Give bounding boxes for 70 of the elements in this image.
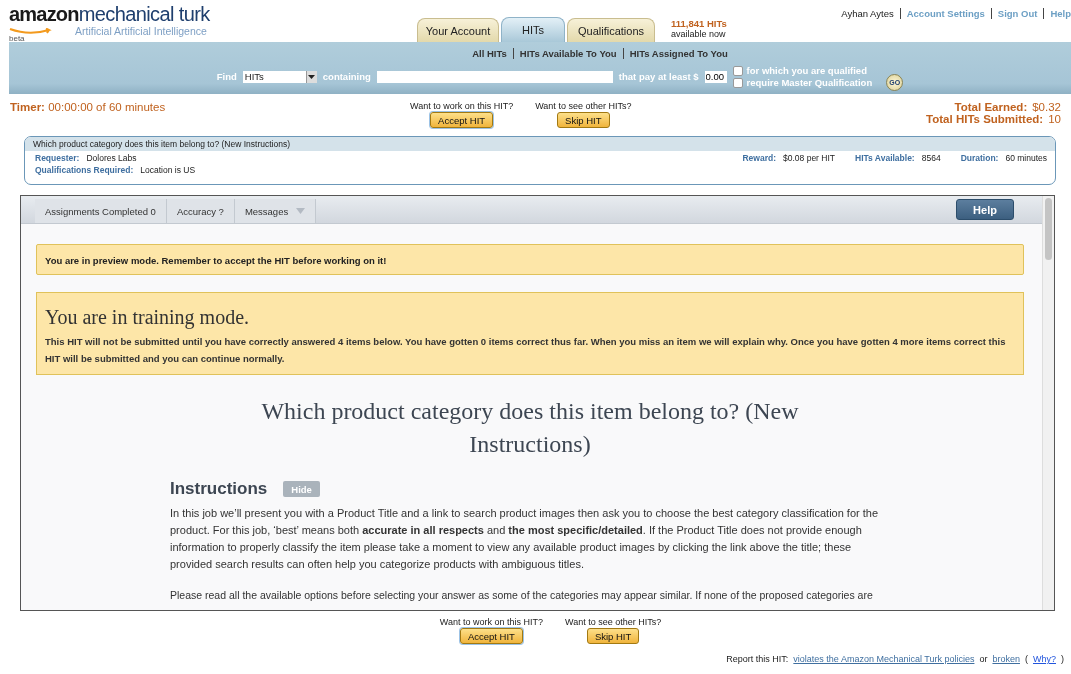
total-value: 10 [1048, 113, 1061, 125]
pay-label: that pay at least $ [618, 71, 699, 82]
report-link[interactable]: violates the Amazon Mechanical Turk policies [793, 654, 975, 664]
smile-arrow-icon [9, 28, 53, 35]
total-label: Total HITs Submitted: [926, 113, 1044, 125]
action-prompt: Want to see other HITs? [535, 101, 632, 111]
report-text: or [979, 654, 988, 664]
hit-action-button[interactable]: Accept HIT [459, 628, 523, 644]
nav-tab[interactable]: HITs [501, 17, 565, 42]
why-link[interactable]: Why? [1033, 654, 1056, 664]
total-label: Total Earned: [954, 101, 1028, 113]
find-label: Find [216, 71, 237, 82]
hit-action-button[interactable]: Skip HIT [557, 112, 610, 128]
help-button[interactable]: Help [956, 199, 1014, 220]
dropdown-arrow-icon [308, 74, 316, 79]
info-label: Reward: [742, 153, 777, 165]
report-text: ( [1025, 654, 1028, 664]
timer-value: 00:00:00 of 60 minutes [48, 101, 166, 113]
hits-filter-link[interactable]: HITs Assigned To You [622, 48, 728, 59]
info-label: Duration: [960, 153, 999, 165]
hits-filter-link[interactable]: HITs Available To You [512, 48, 617, 59]
logo-brand[interactable]: amazon [9, 3, 79, 25]
info-value: 8564 [921, 153, 941, 165]
task-heading: Which product category does this item belong to? (New Instructions) [260, 397, 800, 459]
instructions-paragraph: Please read all the available options before selecting your answer as some of the categories may appear similar. If none of the proposed categories are [170, 588, 874, 603]
toolbar-item[interactable]: Accuracy ? [166, 199, 235, 223]
nav-tab[interactable]: Your Account [417, 18, 499, 42]
info-value: 60 minutes [1005, 153, 1047, 165]
info-value: Dolores Labs [86, 153, 137, 163]
hit-action-button[interactable]: Skip HIT [586, 628, 640, 644]
info-label: Requester: [35, 153, 80, 163]
hits-note: available now [671, 29, 727, 40]
info-label: Qualifications Required: [35, 165, 134, 175]
hit-title: Which product category does this item belong to? (New Instructions) [25, 137, 1055, 151]
toolbar-menu[interactable]: Messages [234, 199, 317, 223]
total-value: $0.32 [1032, 101, 1061, 113]
logo-product[interactable]: mechanical turk [78, 3, 210, 25]
instructions-title: Instructions [170, 479, 268, 499]
instructions-paragraph: In this job we’ll present you with a Product Title and a link to search product images then ask you to choose the best category classification for the product. For this job, ‘best’ means both accurate in all respects and the most specific/detailed. If the Product Title does not provide enough information to properly classify the item please take a moment to view any available product images by clicking the link above the title; these provided search results can often help you categorize products with ambiguous titles. [170, 506, 880, 572]
containing-label: containing [322, 71, 371, 82]
hits-filter-link[interactable]: All HITs [472, 48, 507, 59]
report-link[interactable]: broken [992, 654, 1020, 664]
find-select[interactable]: HITs [242, 70, 317, 83]
action-prompt: Want to work on this HIT? [410, 101, 514, 111]
report-label: Report this HIT: [726, 654, 789, 664]
preview-notice: You are in preview mode. Remember to accept the HIT before working on it! [36, 244, 1024, 275]
hit-action-button[interactable]: Accept HIT [430, 112, 494, 128]
checkbox[interactable] [732, 65, 743, 76]
info-value: Location is US [140, 165, 196, 175]
pay-input[interactable]: 0.00 [704, 70, 727, 83]
hits-count: 111,841 HITs [671, 18, 727, 29]
toolbar-item[interactable]: Assignments Completed 0 [35, 199, 167, 223]
report-text: ) [1061, 654, 1064, 664]
training-title: You are in training mode. [45, 306, 251, 329]
checkbox[interactable] [732, 77, 743, 88]
info-value: $0.08 per HIT [783, 153, 835, 165]
beta-label: beta [9, 35, 26, 43]
info-label: HITs Available: [855, 153, 915, 165]
training-text: This HIT will not be submitted until you have correctly answered 4 items below. You have gotten 0 items correct thus far. When you miss an item we will explain why. Once you have gotten 4 more items correct this HIT will be submitted and you can continue normally. [45, 335, 1007, 366]
nav-tab[interactable]: Qualifications [567, 18, 655, 42]
timer-label: Timer: [10, 101, 45, 113]
scrollbar[interactable] [1042, 196, 1054, 610]
filter-label: for which you are qualified [746, 65, 867, 76]
user-name: Ayhan Aytes [841, 8, 894, 19]
caret-icon [296, 208, 306, 214]
action-prompt: Want to work on this HIT? [439, 617, 543, 627]
logo-tagline: Artificial Artificial Intelligence [75, 25, 207, 37]
keyword-input[interactable] [376, 70, 613, 83]
action-prompt: Want to see other HITs? [565, 617, 662, 627]
filter-label: require Master Qualification [746, 77, 873, 88]
